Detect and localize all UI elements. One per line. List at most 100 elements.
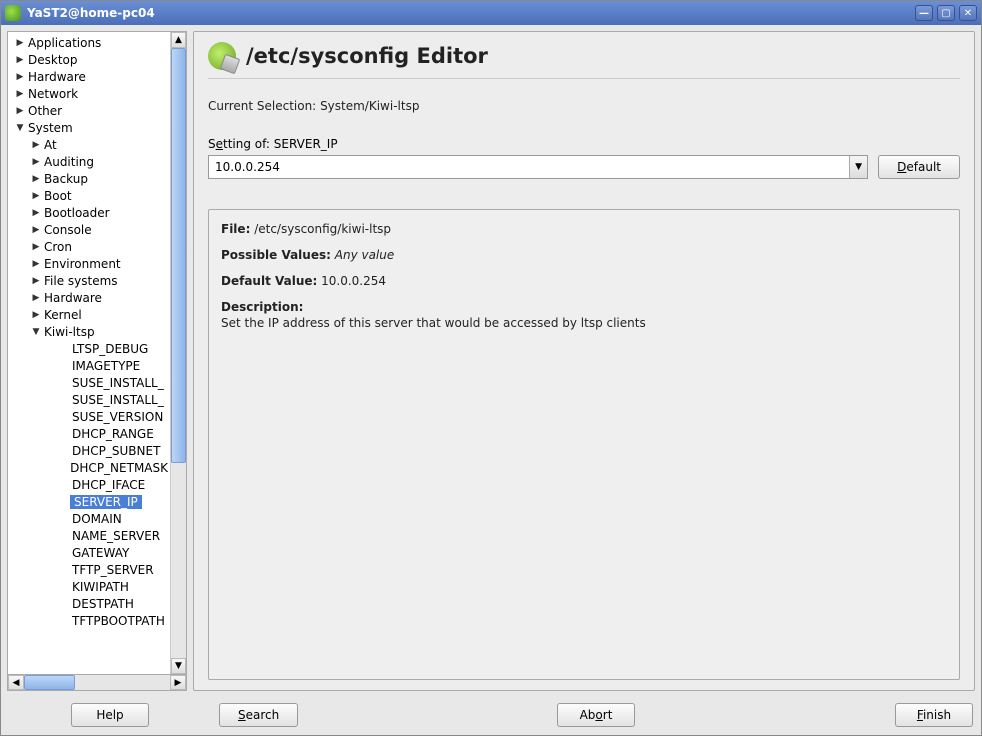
editor-icon [208, 42, 236, 70]
tree-item[interactable]: ▶Network [8, 85, 170, 102]
setting-value-input[interactable] [209, 156, 849, 178]
tree-item-label: SUSE_INSTALL_ [70, 393, 164, 407]
scroll-down-icon[interactable]: ▼ [171, 658, 186, 674]
tree-item[interactable]: ▶Console [8, 221, 170, 238]
scroll-up-icon[interactable]: ▲ [171, 32, 186, 48]
expander-closed-icon[interactable]: ▶ [30, 140, 42, 150]
main-panel: /etc/sysconfig Editor Current Selection:… [193, 31, 975, 691]
tree-item[interactable]: ▶Hardware [8, 68, 170, 85]
expander-open-icon[interactable]: ▼ [30, 327, 42, 337]
tree-item-label: Environment [42, 257, 121, 271]
tree-item[interactable]: NAME_SERVER [8, 527, 170, 544]
footer: Help Search Abort Finish [1, 697, 981, 735]
scroll-right-icon[interactable]: ▶ [170, 675, 186, 690]
tree-item[interactable]: ▶Bootloader [8, 204, 170, 221]
expander-closed-icon[interactable]: ▶ [14, 55, 26, 65]
tree-item[interactable]: DESTPATH [8, 595, 170, 612]
possible-values-value: Any value [335, 248, 395, 262]
expander-closed-icon[interactable]: ▶ [30, 157, 42, 167]
tree-item[interactable]: ▶Auditing [8, 153, 170, 170]
config-tree[interactable]: ▶Applications▶Desktop▶Hardware▶Network▶O… [8, 32, 170, 674]
tree-vertical-scrollbar[interactable]: ▲ ▼ [170, 32, 186, 674]
tree-item[interactable]: ▶Kernel [8, 306, 170, 323]
expander-closed-icon[interactable]: ▶ [30, 293, 42, 303]
expander-closed-icon[interactable]: ▶ [30, 225, 42, 235]
tree-item[interactable]: TFTPBOOTPATH [8, 612, 170, 629]
tree-item[interactable]: SUSE_INSTALL_ [8, 374, 170, 391]
tree-item[interactable]: SUSE_INSTALL_ [8, 391, 170, 408]
tree-item[interactable]: DOMAIN [8, 510, 170, 527]
tree-item-label: GATEWAY [70, 546, 129, 560]
window-title: YaST2@home-pc04 [27, 6, 915, 20]
expander-closed-icon[interactable]: ▶ [30, 174, 42, 184]
scroll-left-icon[interactable]: ◀ [8, 675, 24, 690]
tree-item-label: Applications [26, 36, 101, 50]
search-button[interactable]: Search [219, 703, 298, 727]
expander-closed-icon[interactable]: ▶ [14, 72, 26, 82]
help-button[interactable]: Help [71, 703, 149, 727]
tree-item[interactable]: IMAGETYPE [8, 357, 170, 374]
expander-closed-icon[interactable]: ▶ [30, 208, 42, 218]
tree-item-label: Desktop [26, 53, 78, 67]
current-selection: Current Selection: System/Kiwi-ltsp [208, 99, 960, 113]
tree-item[interactable]: SUSE_VERSION [8, 408, 170, 425]
tree-item[interactable]: DHCP_SUBNET [8, 442, 170, 459]
finish-button[interactable]: Finish [895, 703, 973, 727]
main-header: /etc/sysconfig Editor [208, 42, 960, 79]
tree-item[interactable]: ▼System [8, 119, 170, 136]
expander-open-icon[interactable]: ▼ [14, 123, 26, 133]
tree-item[interactable]: TFTP_SERVER [8, 561, 170, 578]
default-value-row: Default Value: 10.0.0.254 [221, 274, 947, 288]
expander-closed-icon[interactable]: ▶ [30, 310, 42, 320]
tree-item-label: DHCP_IFACE [70, 478, 145, 492]
expander-closed-icon[interactable]: ▶ [14, 38, 26, 48]
tree-item[interactable]: ▶File systems [8, 272, 170, 289]
tree-item[interactable]: ▶Hardware [8, 289, 170, 306]
tree-item-label: TFTPBOOTPATH [70, 614, 165, 628]
tree-item[interactable]: ▶Cron [8, 238, 170, 255]
expander-closed-icon[interactable]: ▶ [30, 242, 42, 252]
details-box: File: /etc/sysconfig/kiwi-ltsp Possible … [208, 209, 960, 680]
tree-item[interactable]: DHCP_NETMASK [8, 459, 170, 476]
tree-item[interactable]: SERVER_IP [8, 493, 170, 510]
window: YaST2@home-pc04 — ▢ ✕ ▶Applications▶Desk… [0, 0, 982, 736]
tree-item[interactable]: GATEWAY [8, 544, 170, 561]
maximize-button[interactable]: ▢ [937, 5, 955, 21]
tree-item[interactable]: ▶Backup [8, 170, 170, 187]
scroll-thumb[interactable] [171, 48, 186, 463]
default-button[interactable]: Default [878, 155, 960, 179]
tree-item-label: KIWIPATH [70, 580, 129, 594]
tree-item[interactable]: ▶At [8, 136, 170, 153]
tree-item[interactable]: LTSP_DEBUG [8, 340, 170, 357]
tree-item[interactable]: DHCP_RANGE [8, 425, 170, 442]
file-label: File: [221, 222, 250, 236]
tree-item[interactable]: ▼Kiwi-ltsp [8, 323, 170, 340]
abort-button[interactable]: Abort [557, 703, 635, 727]
tree-horizontal-scrollbar[interactable]: ◀ ▶ [7, 675, 187, 691]
expander-closed-icon[interactable]: ▶ [30, 276, 42, 286]
expander-closed-icon[interactable]: ▶ [14, 89, 26, 99]
tree-item[interactable]: ▶Environment [8, 255, 170, 272]
tree-item[interactable]: ▶Applications [8, 34, 170, 51]
hscroll-track[interactable] [24, 675, 170, 690]
tree-item[interactable]: KIWIPATH [8, 578, 170, 595]
expander-closed-icon[interactable]: ▶ [30, 259, 42, 269]
minimize-button[interactable]: — [915, 5, 933, 21]
setting-label: Setting of: SERVER_IP [208, 137, 960, 151]
setting-combo[interactable]: ▼ [208, 155, 868, 179]
tree-item[interactable]: ▶Boot [8, 187, 170, 204]
hscroll-thumb[interactable] [24, 675, 75, 690]
close-button[interactable]: ✕ [959, 5, 977, 21]
tree-item[interactable]: ▶Other [8, 102, 170, 119]
file-value: /etc/sysconfig/kiwi-ltsp [254, 222, 391, 236]
expander-closed-icon[interactable]: ▶ [14, 106, 26, 116]
chevron-down-icon[interactable]: ▼ [849, 156, 867, 178]
tree-item-label: Network [26, 87, 78, 101]
tree-item[interactable]: ▶Desktop [8, 51, 170, 68]
scroll-track[interactable] [171, 48, 186, 658]
tree-item[interactable]: DHCP_IFACE [8, 476, 170, 493]
tree-item-label: Kernel [42, 308, 82, 322]
description-text: Set the IP address of this server that w… [221, 316, 947, 330]
tree-item-label: Hardware [42, 291, 102, 305]
expander-closed-icon[interactable]: ▶ [30, 191, 42, 201]
